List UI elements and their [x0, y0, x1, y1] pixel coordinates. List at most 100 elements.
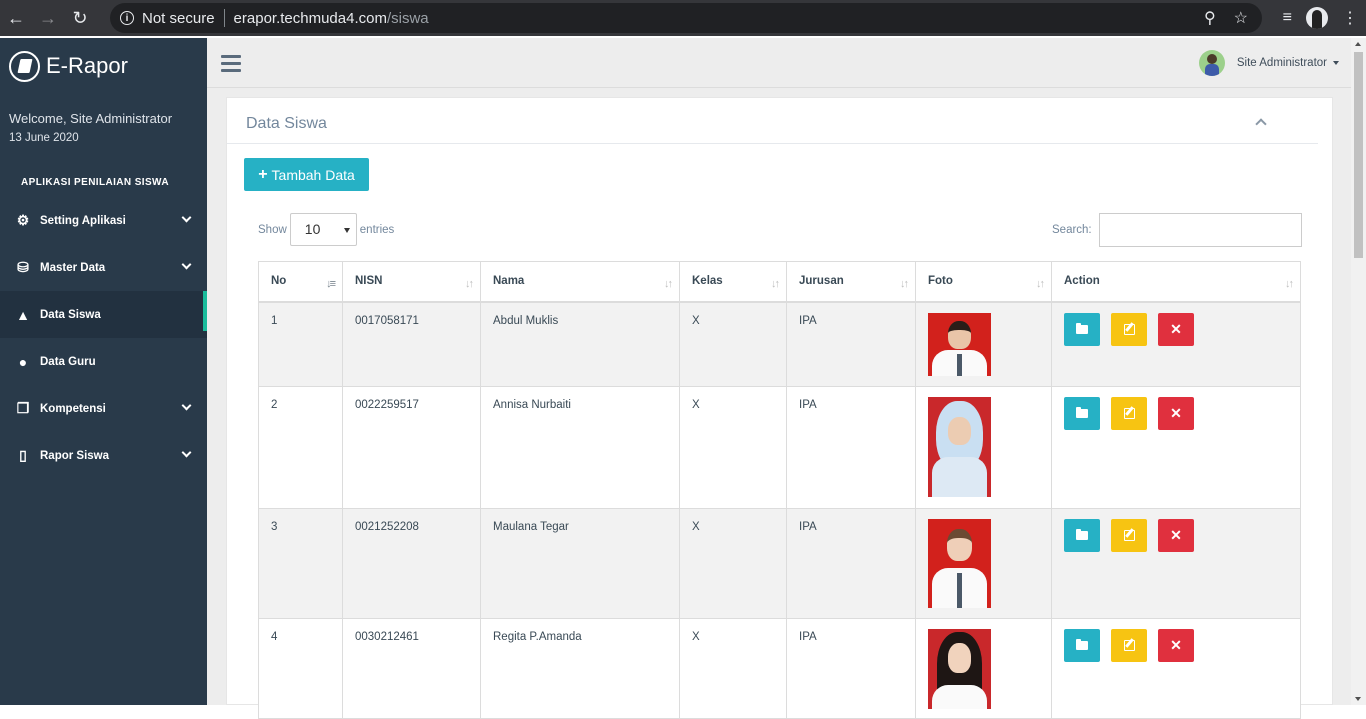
- photo-body: [932, 457, 987, 497]
- chevron-down-icon: [181, 400, 192, 411]
- column-header-action[interactable]: Action ↓↑: [1051, 261, 1301, 303]
- edit-button[interactable]: [1111, 312, 1147, 346]
- photo-head: [948, 417, 971, 445]
- more-menu-icon[interactable]: ⋮: [1342, 8, 1358, 28]
- bookmark-star-icon[interactable]: ☆: [1234, 8, 1248, 28]
- cell-nama: Regita P.Amanda: [480, 618, 680, 719]
- scroll-thumb[interactable]: [1354, 52, 1363, 258]
- sort-icon: ↓↑: [900, 278, 909, 290]
- cell-foto: [915, 618, 1052, 719]
- media-queue-icon[interactable]: ≡: [1283, 9, 1292, 27]
- sidebar-item-rapor-siswa[interactable]: ▯ Rapor Siswa: [0, 432, 207, 479]
- cell-kelas: X: [679, 618, 787, 719]
- cell-kelas: X: [679, 386, 787, 509]
- edit-button[interactable]: [1111, 519, 1147, 552]
- table-header-row: No ↓≡ NISN ↓↑ Nama ↓↑ Kelas ↓↑ Jurusan ↓↑ Fot…: [258, 261, 1301, 303]
- sidebar-item-data-guru[interactable]: ● Data Guru: [0, 338, 207, 385]
- chevron-down-icon: [181, 447, 192, 458]
- sidebar: E-Rapor Welcome, Site Administrator 13 J…: [0, 38, 207, 705]
- cell-action: ✕: [1051, 618, 1301, 719]
- sidebar-item-master-data[interactable]: ⛁ Master Data: [0, 244, 207, 291]
- caret-down-icon: [1333, 61, 1339, 65]
- cell-jurusan: IPA: [786, 618, 916, 719]
- cell-foto: [915, 386, 1052, 509]
- edit-icon: [1123, 530, 1135, 541]
- siswa-table: No ↓≡ NISN ↓↑ Nama ↓↑ Kelas ↓↑ Jurusan ↓↑ Fot…: [258, 261, 1301, 719]
- user-name: Site Administrator: [1236, 57, 1327, 69]
- sidebar-item-label: Rapor Siswa: [40, 449, 110, 462]
- close-icon: ✕: [1170, 320, 1182, 337]
- cell-no: 4: [258, 618, 343, 719]
- column-header-jurusan[interactable]: Jurusan ↓↑: [786, 261, 916, 303]
- add-data-button[interactable]: + Tambah Data: [244, 158, 369, 191]
- cell-nisn: 0030212461: [342, 618, 481, 719]
- student-photo: [928, 629, 991, 709]
- view-button[interactable]: [1064, 397, 1100, 430]
- photo-tie: [957, 353, 962, 376]
- sidebar-item-data-siswa[interactable]: ▲ Data Siswa: [0, 291, 207, 338]
- scroll-down-icon[interactable]: [1355, 697, 1361, 701]
- column-header-kelas[interactable]: Kelas ↓↑: [679, 261, 787, 303]
- cell-no: 3: [258, 508, 343, 619]
- delete-button[interactable]: ✕: [1158, 629, 1194, 662]
- profile-avatar[interactable]: [1306, 7, 1328, 29]
- forward-icon[interactable]: →: [32, 0, 64, 36]
- info-icon[interactable]: i: [120, 11, 134, 25]
- student-photo: [928, 519, 991, 608]
- edit-button[interactable]: [1111, 397, 1147, 430]
- edit-icon: [1123, 408, 1135, 419]
- cell-nama: Abdul Muklis: [480, 301, 680, 387]
- show-label: Show: [258, 223, 287, 236]
- column-header-no[interactable]: No ↓≡: [258, 261, 343, 303]
- sidebar-item-label: Kompetensi: [40, 402, 106, 415]
- scroll-up-icon[interactable]: [1355, 42, 1361, 46]
- address-bar[interactable]: i Not secure erapor.techmuda4.com/siswa …: [110, 3, 1262, 33]
- table-row: 2 0022259517 Annisa Nurbaiti X IPA ✕: [258, 386, 1301, 509]
- database-icon: ⛁: [17, 259, 29, 275]
- back-icon[interactable]: ←: [0, 0, 32, 36]
- edit-button[interactable]: [1111, 629, 1147, 662]
- sidebar-item-label: Data Guru: [40, 355, 96, 368]
- chevron-down-icon: [181, 212, 192, 223]
- view-button[interactable]: [1064, 312, 1100, 346]
- sort-icon: ↓↑: [1285, 278, 1294, 290]
- zoom-icon[interactable]: ⚲: [1204, 8, 1216, 28]
- photo-head: [947, 529, 972, 561]
- delete-button[interactable]: ✕: [1158, 312, 1194, 346]
- photo-tie: [957, 573, 962, 608]
- book-logo-icon: [9, 50, 40, 82]
- search-label: Search:: [1052, 224, 1092, 236]
- column-header-nama[interactable]: Nama ↓↑: [480, 261, 680, 303]
- entries-select-value: 10: [304, 221, 321, 237]
- delete-button[interactable]: ✕: [1158, 519, 1194, 552]
- select-arrow-icon: [343, 228, 350, 233]
- page-scrollbar[interactable]: [1351, 38, 1366, 705]
- entries-length-control: Show 10 entries: [258, 213, 394, 246]
- cell-foto: [915, 301, 1052, 387]
- menu-section-title: APLIKASI PENILAIAN SISWA: [21, 177, 169, 188]
- column-header-nisn[interactable]: NISN ↓↑: [342, 261, 481, 303]
- cell-nisn: 0021252208: [342, 508, 481, 619]
- edit-icon: [1123, 323, 1135, 335]
- cell-jurusan: IPA: [786, 508, 916, 619]
- delete-button[interactable]: ✕: [1158, 397, 1194, 430]
- chevron-up-icon[interactable]: [1255, 118, 1267, 130]
- close-icon: ✕: [1170, 405, 1182, 421]
- student-photo: [928, 397, 991, 497]
- user-menu[interactable]: Site Administrator: [1198, 50, 1339, 76]
- sidebar-item-kompetensi[interactable]: ❐ Kompetensi: [0, 385, 207, 432]
- cell-no: 1: [258, 301, 343, 387]
- search-input[interactable]: [1098, 213, 1302, 247]
- folder-icon: [1076, 639, 1088, 650]
- entries-select[interactable]: 10: [289, 213, 357, 246]
- reload-icon[interactable]: ↻: [64, 0, 96, 36]
- brand[interactable]: E-Rapor: [0, 38, 207, 94]
- cell-nisn: 0017058171: [342, 301, 481, 387]
- menu-toggle-icon[interactable]: [221, 55, 241, 72]
- sidebar-item-setting-aplikasi[interactable]: ⚙ Setting Aplikasi: [0, 197, 207, 244]
- cell-action: ✕: [1051, 301, 1301, 387]
- view-button[interactable]: [1064, 519, 1100, 552]
- view-button[interactable]: [1064, 629, 1100, 662]
- sort-icon: ↓↑: [1036, 278, 1045, 290]
- column-header-foto[interactable]: Foto ↓↑: [915, 261, 1052, 303]
